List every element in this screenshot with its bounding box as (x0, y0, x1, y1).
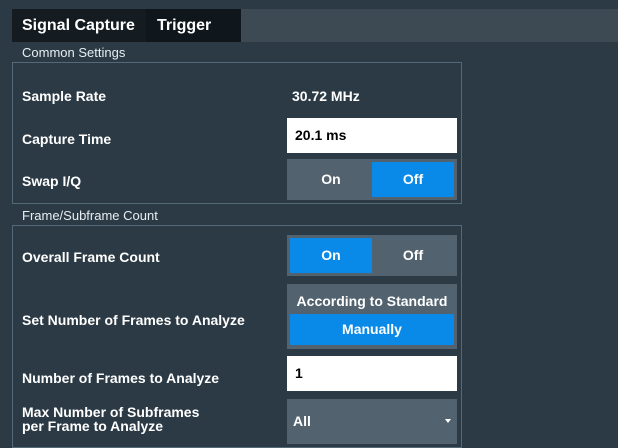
overall-frame-count-off-option[interactable]: Off (372, 238, 454, 273)
tab-bar: Signal Capture Trigger (12, 9, 618, 42)
max-subframes-value: All (293, 413, 311, 429)
max-subframes-dropdown[interactable]: All (287, 399, 457, 444)
tab-signal-capture[interactable]: Signal Capture (12, 9, 146, 42)
sample-rate-label: Sample Rate (22, 88, 107, 104)
max-subframes-label: Max Number of Subframes per Frame to Ana… (22, 405, 199, 433)
max-subframes-label-line1: Max Number of Subframes (22, 404, 200, 420)
swap-iq-off-option[interactable]: Off (372, 162, 454, 197)
set-number-frames-selector[interactable]: According to Standard Manually (287, 284, 457, 349)
overall-frame-count-on-option[interactable]: On (290, 238, 372, 273)
swap-iq-toggle[interactable]: On Off (287, 159, 457, 200)
set-number-frames-label: Set Number of Frames to Analyze (22, 312, 245, 328)
overall-frame-count-label: Overall Frame Count (22, 249, 160, 265)
swap-iq-on-option[interactable]: On (290, 162, 372, 197)
tab-trigger[interactable]: Trigger (146, 9, 241, 42)
according-to-standard-option[interactable]: According to Standard (290, 288, 454, 314)
capture-time-field[interactable]: 20.1 ms (287, 118, 457, 153)
capture-time-label: Capture Time (22, 131, 112, 147)
number-of-frames-label: Number of Frames to Analyze (22, 370, 220, 386)
frame-count-title: Frame/Subframe Count (22, 208, 158, 223)
chevron-down-icon (445, 419, 451, 423)
common-settings-title: Common Settings (22, 45, 126, 60)
number-of-frames-field[interactable]: 1 (287, 356, 457, 391)
overall-frame-count-toggle[interactable]: On Off (287, 235, 457, 276)
max-subframes-label-line2: per Frame to Analyze (22, 418, 164, 434)
swap-iq-label: Swap I/Q (22, 173, 82, 189)
sample-rate-value: 30.72 MHz (292, 88, 360, 104)
manually-option[interactable]: Manually (290, 314, 454, 345)
